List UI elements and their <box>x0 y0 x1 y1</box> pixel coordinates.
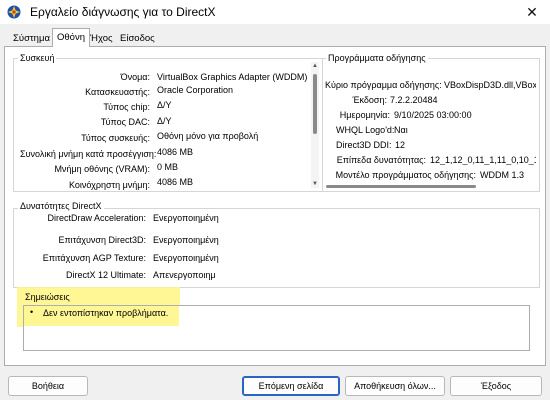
driver-model-label: Μοντέλο προγράμματος οδήγησης: <box>335 170 476 180</box>
device-type-value: Οθόνη μόνο για προβολή <box>157 131 259 141</box>
scroll-down-arrow-icon[interactable]: ▼ <box>311 180 319 188</box>
feature-levels-label: Επίπεδα δυνατότητας: <box>336 155 426 165</box>
device-group-title: Συσκευή <box>18 53 57 63</box>
chip-type-value: Δ/Υ <box>157 100 172 110</box>
tab-display[interactable]: Οθόνη <box>52 28 90 47</box>
directdraw-value: Ενεργοποιημένη <box>153 213 219 223</box>
tab-input[interactable]: Είσοδος <box>115 30 160 47</box>
main-driver-value: VBoxDispD3D.dll,VBoxD <box>444 80 536 90</box>
manufacturer-label: Κατασκευαστής: <box>85 87 150 97</box>
d3d-ddi-label: Direct3D DDI: <box>336 140 392 150</box>
close-button[interactable]: ✕ <box>520 2 544 22</box>
main-driver-label: Κύριο πρόγραμμα οδήγησης: <box>325 80 442 90</box>
agp-texture-value: Ενεργοποιημένη <box>153 253 219 263</box>
next-page-button[interactable]: Επόμενη σελίδα <box>242 376 340 396</box>
help-button[interactable]: Βοήθεια <box>8 376 88 396</box>
date-label: Ημερομηνία: <box>339 110 390 120</box>
drivers-horizontal-scrollbar[interactable] <box>326 185 476 188</box>
vram-value: 0 MB <box>157 162 179 172</box>
shared-memory-value: 4086 MB <box>157 177 194 187</box>
driver-model-value: WDDM 1.3 <box>480 170 525 180</box>
date-value: 9/10/2025 03:00:00 <box>394 110 472 120</box>
notes-title: Σημειώσεις <box>25 292 70 302</box>
d3d-ddi-value: 12 <box>395 140 406 150</box>
exit-button[interactable]: Έξοδος <box>450 376 542 396</box>
device-name-label: Όνομα: <box>120 72 150 82</box>
dac-type-label: Τύπος DAC: <box>100 117 150 127</box>
window-title: Εργαλείο διάγνωσης για το DirectX <box>30 5 216 19</box>
bullet-icon: • <box>30 307 34 317</box>
dac-type-value: Δ/Υ <box>157 116 172 126</box>
device-scrollbar-thumb[interactable] <box>313 74 317 134</box>
tab-system[interactable]: Σύστημα <box>8 30 55 47</box>
dx12-ultimate-value: Απενεργοποιημέ <box>153 270 215 280</box>
device-type-label: Τύπος συσκευής: <box>81 133 150 143</box>
total-memory-value: 4086 MB <box>157 147 194 157</box>
shared-memory-label: Κοινόχρηστη μνήμη: <box>68 180 150 190</box>
directdraw-label: DirectDraw Acceleration: <box>47 213 146 223</box>
device-name-value: VirtualBox Graphics Adapter (WDDM) <box>157 72 307 82</box>
vram-label: Μνήμη οθόνης (VRAM): <box>54 164 150 174</box>
dx12-ultimate-label: DirectX 12 Ultimate: <box>65 270 146 280</box>
version-value: 7.2.2.20484 <box>390 95 438 105</box>
whql-label: WHQL Logo'd: <box>336 125 395 135</box>
direct3d-value: Ενεργοποιημένη <box>153 235 219 245</box>
feature-levels-value: 12_1,12_0,11_1,11_0,10_1 <box>430 155 536 165</box>
directx-app-icon <box>7 5 21 19</box>
scroll-up-arrow-icon[interactable]: ▲ <box>311 62 319 70</box>
whql-value: Ναι <box>394 125 408 135</box>
direct3d-label: Επιτάχυνση Direct3D: <box>58 235 146 245</box>
manufacturer-value: Oracle Corporation <box>157 85 234 95</box>
notes-item: Δεν εντοπίστηκαν προβλήματα. <box>43 308 169 318</box>
agp-texture-label: Επιτάχυνση AGP Texture: <box>42 253 146 263</box>
directx-features-title: Δυνατότητες DirectX <box>18 201 104 211</box>
version-label: Έκδοση: <box>352 95 387 105</box>
chip-type-label: Τύπος chip: <box>103 102 150 112</box>
drivers-group-title: Προγράμματα οδήγησης <box>326 53 428 63</box>
save-all-button[interactable]: Αποθήκευση όλων... <box>345 376 445 396</box>
total-memory-label: Συνολική μνήμη κατά προσέγγιση: <box>20 149 157 159</box>
